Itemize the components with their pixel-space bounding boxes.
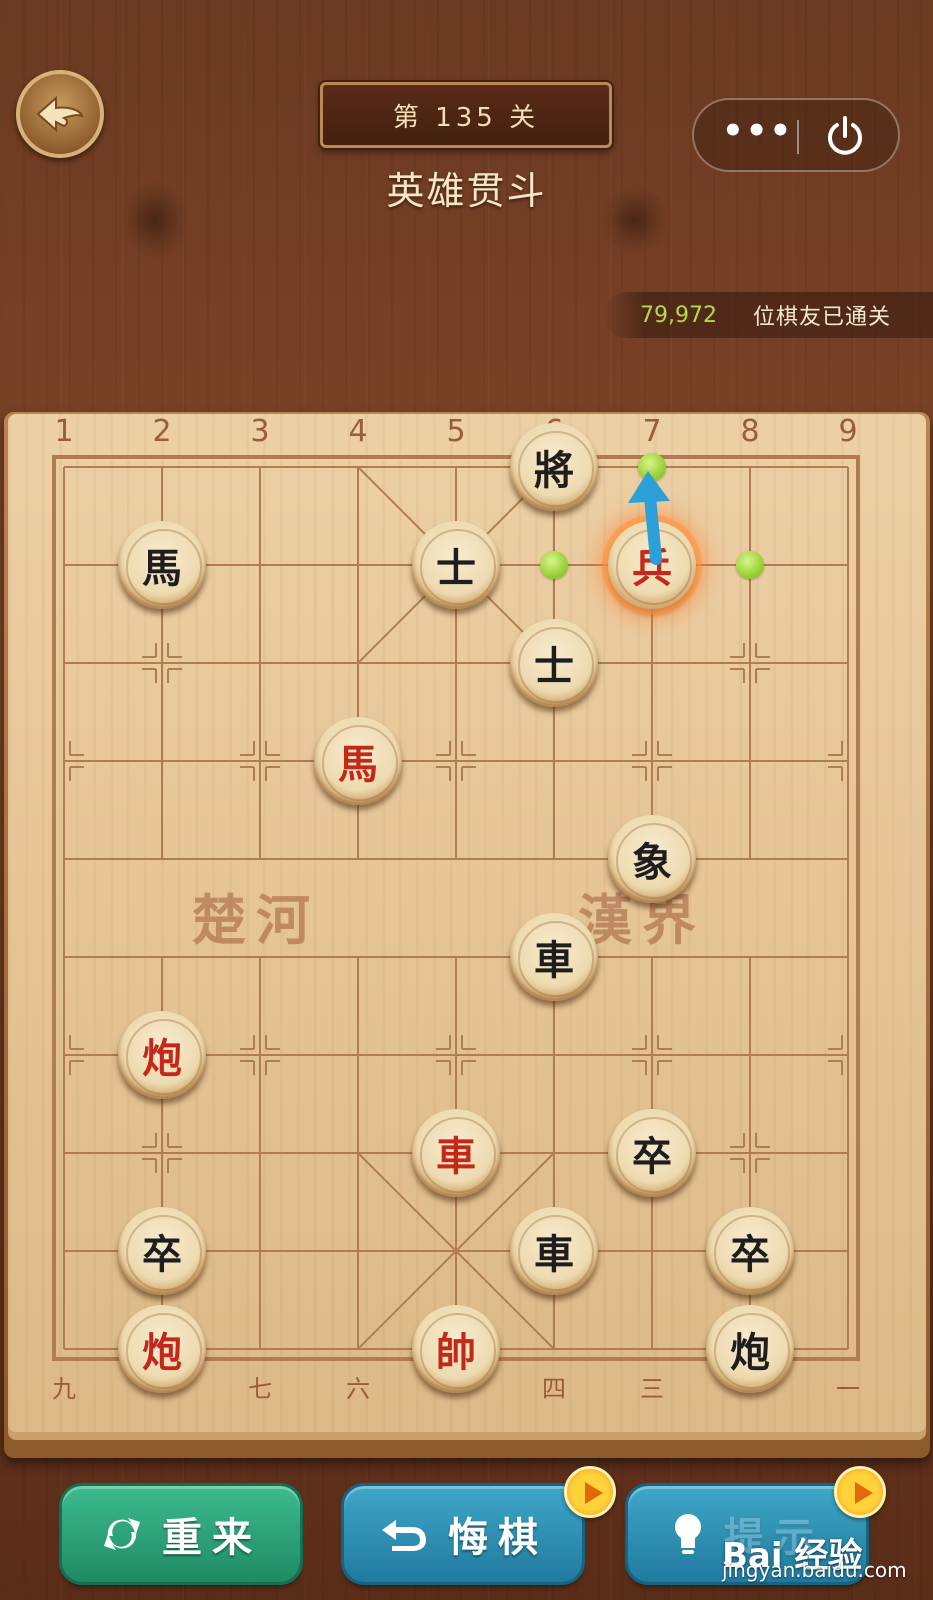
restart-label: 重来: [162, 1515, 262, 1561]
red-piece[interactable]: 炮: [118, 1305, 206, 1393]
piece-label: 將: [534, 447, 574, 494]
legal-move-dot[interactable]: [736, 551, 764, 579]
passed-players-banner: 79,972 位棋友已通关: [604, 292, 933, 338]
black-piece[interactable]: 車: [510, 1207, 598, 1295]
column-number-top: 1: [54, 414, 74, 449]
red-piece[interactable]: 帥: [412, 1305, 500, 1393]
column-number-top: 7: [642, 414, 662, 449]
red-piece[interactable]: 炮: [118, 1011, 206, 1099]
piece-label: 馬: [142, 545, 182, 592]
column-number-bottom: 九: [52, 1375, 76, 1403]
piece-label: 帥: [436, 1329, 476, 1376]
column-number-bottom: 四: [542, 1375, 566, 1403]
black-piece[interactable]: 車: [510, 913, 598, 1001]
black-piece[interactable]: 象: [608, 815, 696, 903]
piece-label: 炮: [142, 1329, 182, 1376]
power-icon: [828, 116, 862, 155]
piece-label: 車: [534, 1231, 574, 1278]
red-piece[interactable]: 車: [412, 1109, 500, 1197]
red-piece[interactable]: 馬: [314, 717, 402, 805]
legal-move-dot[interactable]: [638, 453, 666, 481]
column-number-bottom: 一: [836, 1375, 860, 1403]
lightbulb-icon: [670, 1511, 706, 1557]
piece-label: 車: [534, 937, 574, 984]
passed-count: 79,972: [640, 302, 717, 328]
hint-video-ad-icon[interactable]: [834, 1466, 886, 1518]
piece-label: 馬: [338, 741, 378, 788]
undo-arrow-icon: [378, 1514, 430, 1554]
black-piece[interactable]: 士: [412, 521, 500, 609]
baidu-watermark-url: jingyan.baidu.com: [722, 1558, 907, 1582]
undo-label: 悔棋: [448, 1515, 548, 1561]
piece-label: 卒: [730, 1231, 770, 1278]
chess-board[interactable]: 楚河 漢界 123456789九七六四三一將馬士兵士馬象車炮車卒卒車卒炮帥炮: [8, 414, 926, 1440]
piece-label: 卒: [632, 1133, 672, 1180]
more-menu-button[interactable]: •••: [722, 114, 791, 156]
capsule-divider: [797, 120, 799, 154]
column-number-bottom: 六: [346, 1375, 370, 1403]
column-number-top: 4: [348, 414, 368, 449]
column-number-top: 8: [740, 414, 760, 449]
piece-label: 士: [436, 545, 476, 592]
piece-label: 士: [534, 643, 574, 690]
black-piece[interactable]: 炮: [706, 1305, 794, 1393]
legal-move-dot[interactable]: [540, 551, 568, 579]
mini-program-capsule: •••: [692, 98, 900, 172]
passed-text: 位棋友已通关: [752, 305, 891, 330]
piece-label: 車: [436, 1133, 476, 1180]
piece-label: 炮: [142, 1035, 182, 1082]
column-number-top: 9: [838, 414, 858, 449]
column-number-top: 3: [250, 414, 270, 449]
black-piece[interactable]: 馬: [118, 521, 206, 609]
black-piece[interactable]: 卒: [608, 1109, 696, 1197]
black-piece[interactable]: 將: [510, 423, 598, 511]
piece-label: 卒: [142, 1231, 182, 1278]
column-number-bottom: 三: [640, 1375, 664, 1403]
column-number-top: 2: [152, 414, 172, 449]
restart-button[interactable]: 重来: [62, 1486, 300, 1582]
column-number-top: 5: [446, 414, 466, 449]
refresh-icon: [100, 1512, 144, 1556]
river-left-text: 楚河: [192, 888, 320, 952]
piece-label: 兵: [632, 545, 672, 592]
back-button[interactable]: [16, 70, 104, 158]
undo-video-ad-icon[interactable]: [564, 1466, 616, 1518]
selected-red-piece[interactable]: 兵: [608, 521, 696, 609]
level-title-box: 第 135 关: [320, 82, 612, 148]
power-exit-button[interactable]: [822, 114, 868, 164]
back-arrow-icon: [36, 95, 84, 133]
undo-button[interactable]: 悔棋: [344, 1486, 582, 1582]
black-piece[interactable]: 士: [510, 619, 598, 707]
black-piece[interactable]: 卒: [118, 1207, 206, 1295]
column-number-bottom: 七: [248, 1375, 272, 1403]
piece-label: 象: [632, 839, 672, 886]
level-label: 第 135 关: [392, 102, 540, 133]
piece-label: 炮: [730, 1329, 770, 1376]
black-piece[interactable]: 卒: [706, 1207, 794, 1295]
